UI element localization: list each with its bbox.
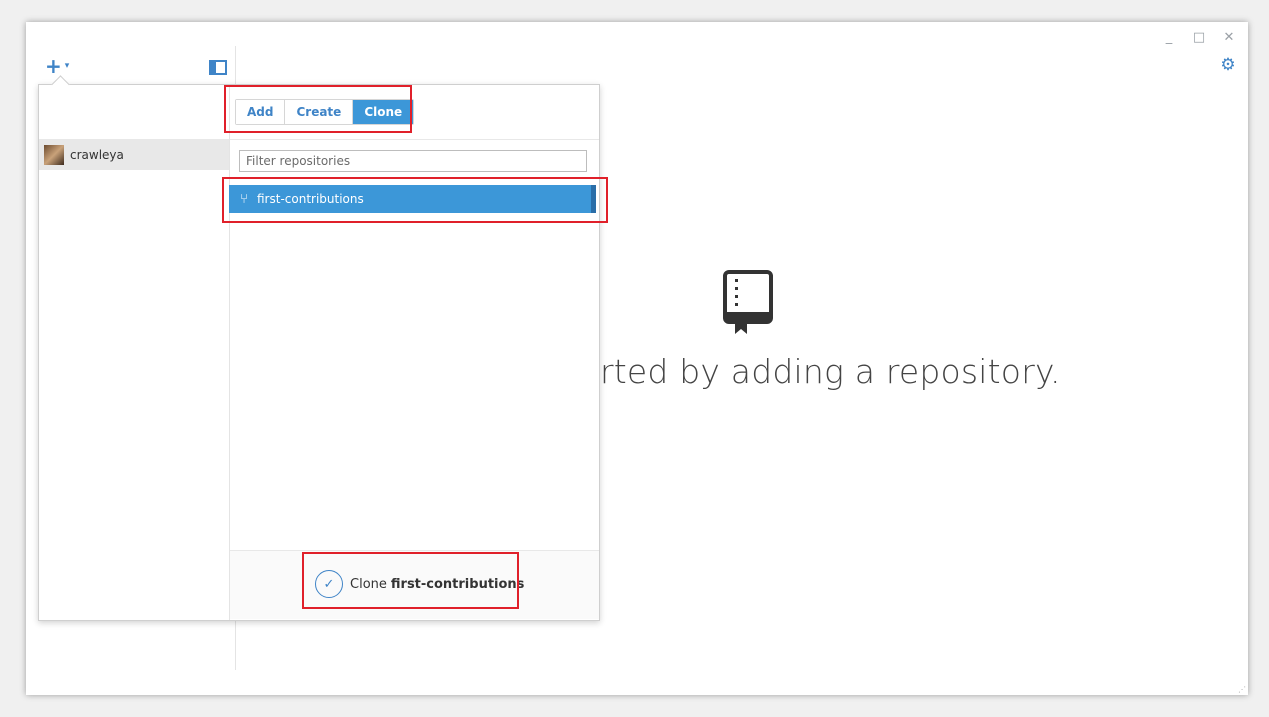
repository-book-icon <box>723 270 773 334</box>
repository-name: first-contributions <box>257 192 364 206</box>
resize-grip-icon[interactable]: ⋰ <box>1238 685 1246 694</box>
scrollbar[interactable] <box>591 185 596 213</box>
tab-create[interactable]: Create <box>285 100 354 124</box>
clone-target: first-contributions <box>390 576 525 592</box>
add-repository-popover: crawleya Add Create Clone ⑂ first-contri… <box>38 75 600 621</box>
clone-button[interactable]: ✓ Clone first-contributions <box>315 570 524 598</box>
accounts-pane: crawleya <box>39 85 230 620</box>
account-name: crawleya <box>70 147 124 162</box>
clone-label: Clone <box>350 576 387 592</box>
account-item[interactable]: crawleya <box>39 139 229 170</box>
empty-state-message: rted by adding a repository. <box>600 352 1061 391</box>
checkmark-icon: ✓ <box>315 570 343 598</box>
tab-add[interactable]: Add <box>236 100 286 124</box>
filter-repositories-input[interactable] <box>239 150 587 172</box>
app-window: _ □ ✕ ⚙ + ▾ rted by adding a repository.… <box>26 22 1248 695</box>
mode-tabs: Add Create Clone <box>235 99 415 125</box>
repo-fork-icon: ⑂ <box>240 191 248 207</box>
tab-clone[interactable]: Clone <box>353 100 414 124</box>
divider <box>230 139 599 140</box>
avatar <box>44 144 64 165</box>
list-item[interactable]: ⑂ first-contributions <box>229 185 591 213</box>
